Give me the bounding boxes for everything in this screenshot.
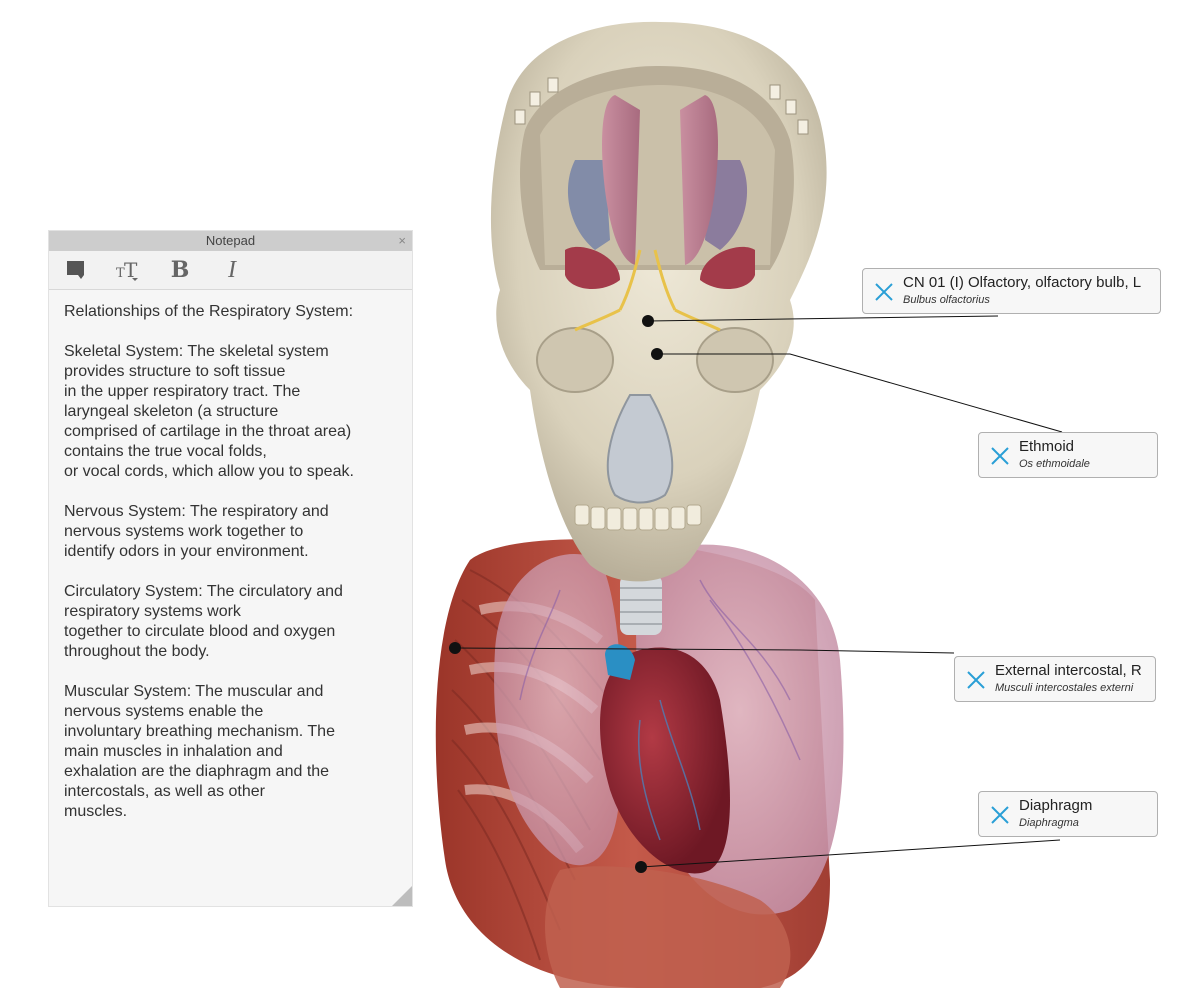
label-name: External intercostal, R xyxy=(995,662,1142,679)
note-paragraph: Muscular System: The muscular and nervou… xyxy=(64,683,335,820)
label-ethmoid[interactable]: Ethmoid Os ethmoidale xyxy=(978,432,1158,478)
pin-ethmoid[interactable] xyxy=(651,348,663,360)
notepad-text-area[interactable]: Relationships of the Respiratory System:… xyxy=(49,290,412,822)
notepad-title: Notepad xyxy=(205,233,256,248)
label-name: Ethmoid xyxy=(1019,438,1075,455)
label-name: Diaphragm xyxy=(1019,797,1093,814)
close-icon[interactable] xyxy=(989,804,1011,826)
text-size-button[interactable]: T T xyxy=(115,257,141,283)
close-icon[interactable] xyxy=(873,281,895,303)
label-diaphragm[interactable]: Diaphragm Diaphragma xyxy=(978,791,1158,837)
notepad-panel: Notepad × T T B I Relationships of the R… xyxy=(49,231,412,906)
color-swatch-icon xyxy=(67,261,84,279)
pin-olfactory-bulb[interactable] xyxy=(642,315,654,327)
text-color-button[interactable] xyxy=(63,257,89,283)
pin-external-intercostal[interactable] xyxy=(449,642,461,654)
close-icon[interactable] xyxy=(989,445,1011,467)
label-name: CN 01 (I) Olfactory, olfactory bulb, L xyxy=(903,274,1142,291)
notepad-toolbar: T T B I xyxy=(49,251,412,290)
close-icon[interactable] xyxy=(965,669,987,691)
note-paragraph: Relationships of the Respiratory System: xyxy=(64,303,354,320)
label-latin-name: Diaphragma xyxy=(1019,817,1079,829)
label-latin-name: Os ethmoidale xyxy=(1019,458,1090,470)
label-latin-name: Bulbus olfactorius xyxy=(903,294,990,306)
label-olfactory-bulb[interactable]: CN 01 (I) Olfactory, olfactory bulb, L B… xyxy=(862,268,1161,314)
note-paragraph: Skeletal System: The skeletal system pro… xyxy=(64,343,354,480)
note-paragraph: Circulatory System: The circulatory and … xyxy=(64,583,343,660)
pin-diaphragm[interactable] xyxy=(635,861,647,873)
close-icon[interactable]: × xyxy=(398,231,406,251)
label-latin-name: Musculi intercostales externi xyxy=(995,682,1134,694)
italic-button[interactable]: I xyxy=(219,257,245,283)
note-paragraph: Nervous System: The respiratory and nerv… xyxy=(64,503,329,560)
resize-handle[interactable] xyxy=(392,886,412,906)
label-external-intercostal[interactable]: External intercostal, R Musculi intercos… xyxy=(954,656,1156,702)
notepad-titlebar[interactable]: Notepad × xyxy=(49,231,412,251)
bold-button[interactable]: B xyxy=(167,257,193,283)
text-size-icon: T T xyxy=(116,258,138,282)
